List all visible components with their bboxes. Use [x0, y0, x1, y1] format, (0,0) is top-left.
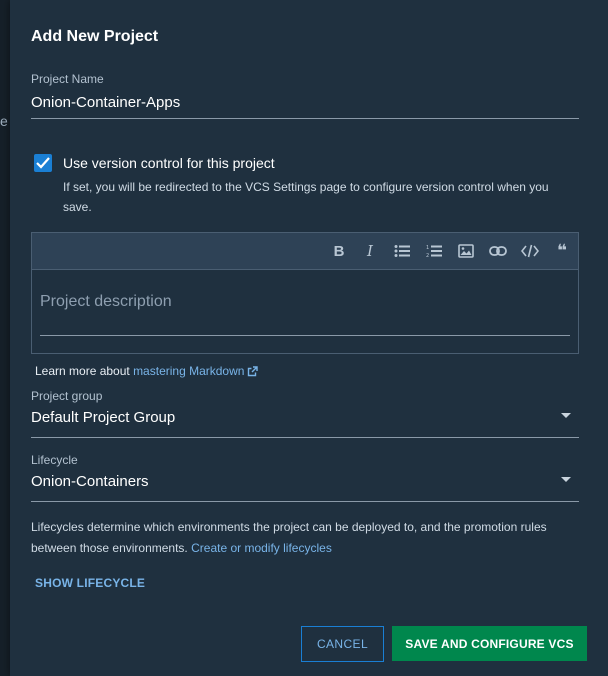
- project-group-select[interactable]: Default Project Group: [31, 409, 175, 426]
- dialog-title: Add New Project: [31, 28, 159, 45]
- project-name-input[interactable]: Onion-Container-Apps: [31, 94, 180, 111]
- numbered-list-icon[interactable]: 12: [423, 241, 445, 261]
- version-control-label[interactable]: Use version control for this project: [63, 155, 275, 171]
- project-group-dropdown-icon[interactable]: [561, 413, 571, 418]
- image-icon[interactable]: [455, 241, 477, 261]
- mastering-markdown-link[interactable]: mastering Markdown: [133, 364, 244, 378]
- background-text-fragment: e: [0, 113, 8, 129]
- markdown-help: Learn more about mastering Markdown: [35, 364, 259, 378]
- project-name-label: Project Name: [31, 72, 104, 86]
- lifecycle-dropdown-icon[interactable]: [561, 477, 571, 482]
- description-underline: [40, 335, 570, 336]
- description-input[interactable]: Project description: [40, 293, 172, 311]
- lifecycle-select[interactable]: Onion-Containers: [31, 473, 149, 490]
- svg-text:1: 1: [426, 245, 429, 251]
- show-lifecycle-button[interactable]: SHOW LIFECYCLE: [35, 576, 145, 590]
- quote-icon[interactable]: ❝: [551, 241, 573, 261]
- create-modify-lifecycles-link[interactable]: Create or modify lifecycles: [191, 541, 332, 555]
- bullet-list-icon[interactable]: [391, 241, 413, 261]
- project-group-label: Project group: [31, 389, 103, 403]
- external-link-icon[interactable]: [247, 366, 259, 377]
- editor-toolbar: B I 12 ❝: [32, 233, 578, 270]
- svg-text:2: 2: [426, 253, 429, 258]
- checkmark-icon: [36, 157, 50, 169]
- cancel-button[interactable]: CANCEL: [301, 626, 384, 662]
- lifecycle-underline: [31, 501, 579, 502]
- markdown-help-prefix: Learn more about: [35, 364, 134, 378]
- version-control-help: If set, you will be redirected to the VC…: [63, 180, 549, 214]
- project-group-underline: [31, 437, 579, 438]
- link-icon[interactable]: [487, 241, 509, 261]
- lifecycle-help: Lifecycles determine which environments …: [31, 517, 586, 559]
- project-name-underline: [31, 118, 579, 119]
- code-icon[interactable]: [519, 241, 541, 261]
- bold-icon[interactable]: B: [328, 241, 350, 261]
- add-project-dialog: Add New Project Project Name Onion-Conta…: [10, 0, 608, 676]
- save-and-configure-vcs-button[interactable]: SAVE AND CONFIGURE VCS: [392, 626, 587, 661]
- italic-icon[interactable]: I: [359, 241, 381, 261]
- version-control-checkbox[interactable]: [34, 154, 52, 172]
- description-editor: B I 12 ❝ Project description: [31, 232, 579, 354]
- lifecycle-label: Lifecycle: [31, 453, 78, 467]
